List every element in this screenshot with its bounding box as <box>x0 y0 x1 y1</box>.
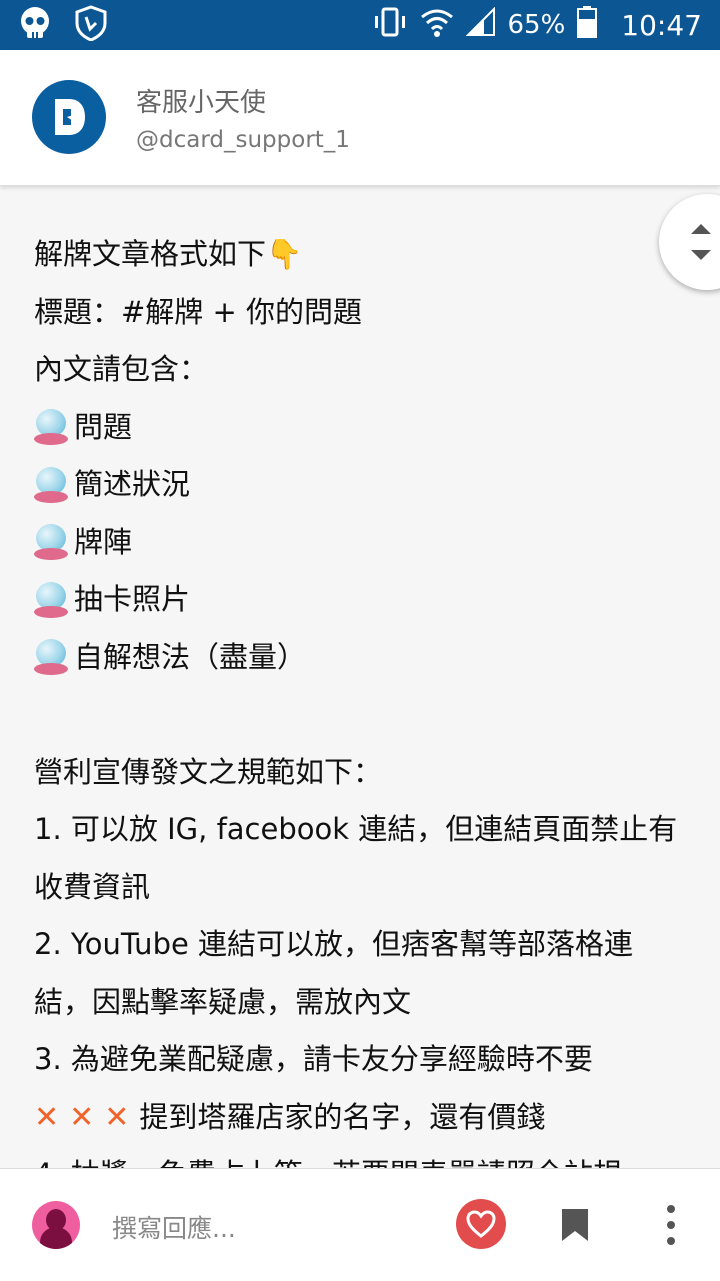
list-item: 抽卡照片 <box>34 571 684 629</box>
content-line: 內文請包含： <box>34 352 209 386</box>
content-line: ✕ ✕ ✕ 提到塔羅店家的名字，還有價錢 <box>34 1089 684 1147</box>
bottom-action-bar: 撰寫回應... <box>0 1168 720 1281</box>
list-item: 牌陣 <box>34 514 684 572</box>
content-paragraph: 1. 可以放 IG, facebook 連結，但連結頁面禁止有收費資訊 <box>34 812 678 904</box>
bookmark-button[interactable] <box>560 1207 590 1243</box>
dcard-logo-avatar[interactable] <box>32 80 106 154</box>
signal-icon <box>465 6 496 44</box>
crystal-ball-icon <box>34 581 68 618</box>
arrow-down-icon <box>691 250 711 260</box>
list-item-label: 問題 <box>74 409 133 444</box>
battery-percent: 65% <box>507 10 566 40</box>
post-content: 解牌文章格式如下👇 標題：#解牌 + 你的問題 內文請包含： 問題 簡述狀況 牌… <box>34 226 684 1204</box>
content-line: 解牌文章格式如下👇 <box>34 237 303 271</box>
heart-icon <box>466 1210 496 1238</box>
reply-input[interactable]: 撰寫回應... <box>112 1209 236 1245</box>
cross-mark-icon: ✕ <box>34 1099 60 1135</box>
shield-hand-icon <box>74 5 108 45</box>
post-header: 客服小天使 @dcard_support_1 <box>0 50 720 186</box>
author-name[interactable]: 客服小天使 <box>136 82 266 119</box>
content-line: 3. 為避免業配疑慮，請卡友分享經驗時不要 <box>34 1042 593 1076</box>
list-item: 自解想法（盡量） <box>34 629 684 687</box>
skull-icon <box>18 6 52 44</box>
list-item-label: 簡述狀況 <box>74 467 191 501</box>
bookmark-icon <box>562 1209 588 1241</box>
list-item-label: 抽卡照片 <box>74 582 191 616</box>
cross-mark-icon: ✕ <box>69 1099 95 1135</box>
list-item-label: 牌陣 <box>74 524 133 559</box>
dcard-logo-icon <box>55 99 85 135</box>
crystal-ball-icon <box>34 466 68 503</box>
content-line: 標題：#解牌 + 你的問題 <box>34 294 363 329</box>
content-paragraph: 2. YouTube 連結可以放，但痞客幫等部落格連結，因點擊率疑慮，需放內文 <box>34 927 634 1019</box>
list-item-label: 自解想法（盡量） <box>74 639 307 674</box>
arrow-up-icon <box>691 224 711 234</box>
like-button[interactable] <box>456 1199 506 1249</box>
more-options-button[interactable] <box>660 1205 684 1245</box>
list-item: 問題 <box>34 399 684 457</box>
crystal-ball-icon <box>34 639 68 676</box>
vibrate-icon <box>372 7 408 44</box>
battery-icon <box>577 5 598 45</box>
wifi-icon <box>420 7 454 44</box>
status-bar: 65% 10:47 <box>0 0 720 50</box>
crystal-ball-icon <box>34 409 68 446</box>
cross-mark-icon: ✕ <box>104 1099 130 1135</box>
clock: 10:47 <box>621 8 702 42</box>
content-line: 營利宣傳發文之規範如下： <box>34 754 383 789</box>
content-text: 提到塔羅店家的名字，還有價錢 <box>139 1099 546 1134</box>
list-item: 簡述狀況 <box>34 456 684 514</box>
crystal-ball-icon <box>34 524 68 561</box>
avatar[interactable] <box>32 1201 80 1249</box>
author-handle: @dcard_support_1 <box>136 127 350 153</box>
